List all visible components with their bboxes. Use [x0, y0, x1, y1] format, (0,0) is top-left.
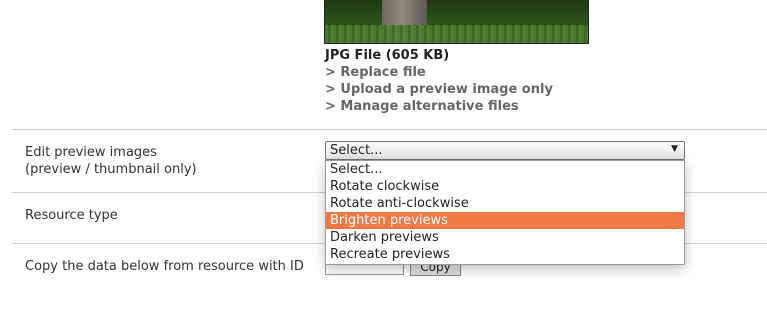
- resource-type-label: Resource type: [25, 208, 118, 223]
- option-darken-previews[interactable]: Darken previews: [326, 229, 684, 246]
- chevron-down-icon: ▼: [671, 144, 678, 154]
- thumbnail-grass: [325, 25, 588, 43]
- option-select[interactable]: Select...: [326, 161, 684, 178]
- option-rotate-clockwise[interactable]: Rotate clockwise: [326, 178, 684, 195]
- file-type-size: JPG File (605 KB): [325, 48, 450, 63]
- edit-preview-selected-value: Select...: [330, 143, 383, 158]
- copy-data-label: Copy the data below from resource with I…: [25, 259, 304, 274]
- edit-preview-label: Edit preview images (preview / thumbnail…: [25, 144, 197, 178]
- upload-preview-link[interactable]: > Upload a preview image only: [325, 81, 553, 98]
- replace-file-link[interactable]: > Replace file: [325, 64, 553, 81]
- option-brighten-previews[interactable]: Brighten previews: [326, 212, 684, 229]
- divider: [12, 129, 767, 130]
- manage-alternative-files-link[interactable]: > Manage alternative files: [325, 98, 553, 115]
- option-rotate-anti-clockwise[interactable]: Rotate anti-clockwise: [326, 195, 684, 212]
- edit-preview-dropdown-list[interactable]: Select... Rotate clockwise Rotate anti-c…: [325, 160, 685, 265]
- option-recreate-previews[interactable]: Recreate previews: [326, 246, 684, 263]
- file-preview-thumbnail: [324, 0, 589, 44]
- edit-preview-label-line1: Edit preview images: [25, 145, 157, 160]
- edit-preview-select[interactable]: Select... ▼: [325, 141, 685, 160]
- file-info: JPG File (605 KB) > Replace file > Uploa…: [325, 47, 553, 115]
- edit-preview-label-line2: (preview / thumbnail only): [25, 162, 197, 177]
